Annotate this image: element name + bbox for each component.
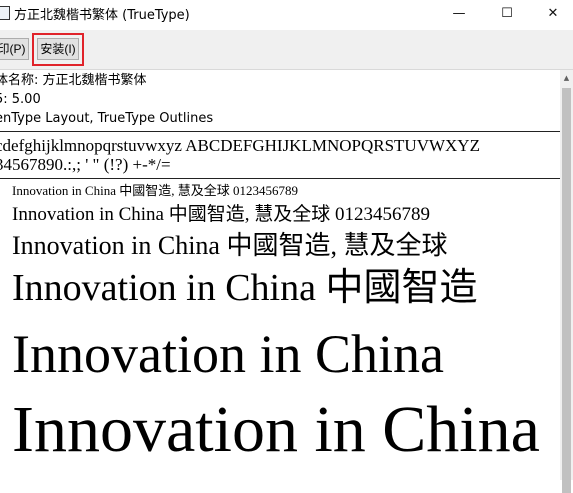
minimize-button[interactable]: — xyxy=(436,0,482,26)
character-set-divider xyxy=(0,178,560,179)
font-name-line: 体名称: 方正北魏楷书繁体 xyxy=(0,73,147,88)
scroll-thumb[interactable] xyxy=(562,88,571,493)
install-button-highlight xyxy=(32,33,84,66)
window-title: 方正北魏楷书繁体 (TrueType) xyxy=(14,8,190,23)
maximize-button[interactable]: ☐ xyxy=(484,0,530,26)
character-set-line-1: cdefghijklmnopqrstuvwxyz ABCDEFGHIJKLMNO… xyxy=(0,136,480,155)
sample-line-36pt: Innovation in China 中國智造 xyxy=(12,267,478,309)
sample-line-12pt: Innovation in China 中國智造, 慧及全球 012345678… xyxy=(12,183,298,198)
font-file-icon xyxy=(0,6,10,20)
vertical-scrollbar[interactable]: ▲ xyxy=(560,70,573,493)
sample-line-24pt: Innovation in China 中國智造, 慧及全球 xyxy=(12,231,448,260)
sample-line-60pt: Innovation in China xyxy=(12,393,540,466)
sample-line-48pt: Innovation in China xyxy=(12,324,444,384)
print-button[interactable]: 印(P) xyxy=(0,38,29,60)
character-set-line-2: 34567890.:,; ' " (!?) +-*/= xyxy=(0,155,171,174)
scroll-up-arrow-icon[interactable]: ▲ xyxy=(560,70,573,86)
info-divider xyxy=(0,131,560,132)
font-version-line: 5: 5.00 xyxy=(0,92,41,107)
toolbar: 印(P) 安装(I) xyxy=(0,30,573,70)
title-bar: 方正北魏楷书繁体 (TrueType) — ☐ ✕ xyxy=(0,0,573,26)
font-type-line: enType Layout, TrueType Outlines xyxy=(0,111,214,126)
close-button[interactable]: ✕ xyxy=(530,0,573,26)
sample-line-18pt: Innovation in China 中國智造, 慧及全球 012345678… xyxy=(12,204,430,225)
